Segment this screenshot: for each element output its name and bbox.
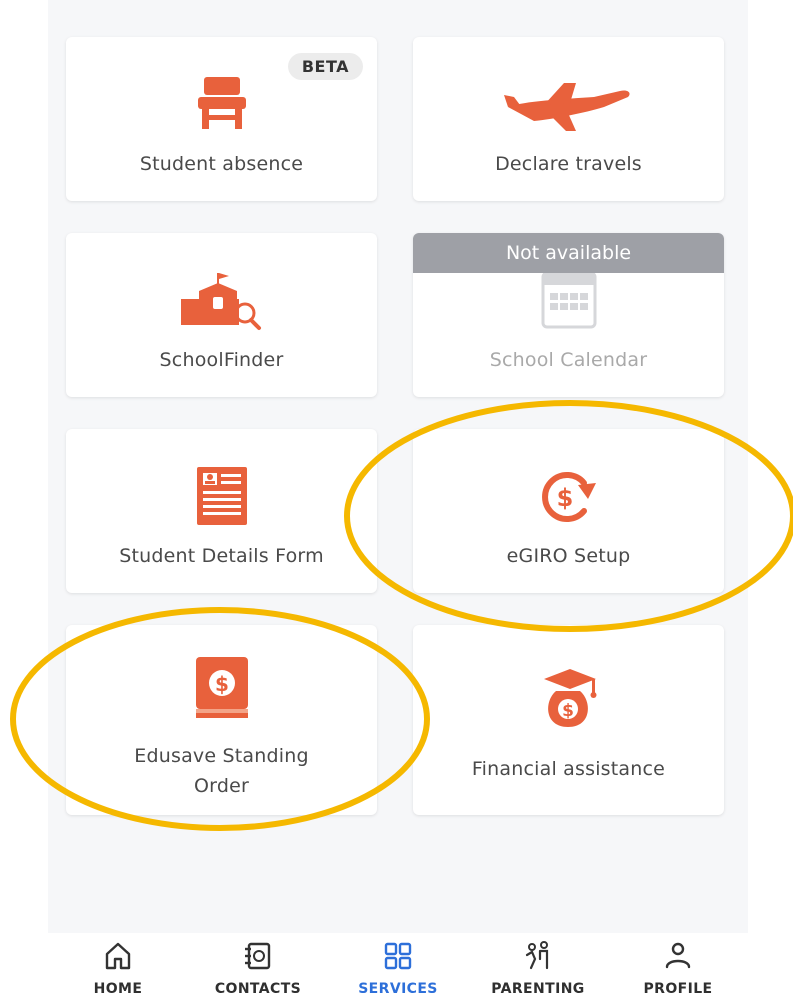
svg-text:$: $ [556, 484, 573, 512]
egiro-setup-card[interactable]: $ eGIRO Setup [413, 429, 724, 593]
card-label: Declare travels [495, 153, 642, 175]
nav-label: HOME [93, 981, 143, 997]
nav-label: PARENTING [491, 981, 585, 997]
edusave-standing-order-card[interactable]: $ Edusave Standing Order [66, 625, 377, 815]
bottom-navigation: HOME CONTACTS SERVICES PARENTING PROFILE [48, 933, 748, 1001]
declare-travels-card[interactable]: Declare travels [413, 37, 724, 201]
id-form-icon [196, 467, 247, 529]
student-details-form-card[interactable]: Student Details Form [66, 429, 377, 593]
card-label-line1: Edusave Standing [134, 745, 309, 767]
graduation-money-bag-icon: $ [534, 665, 604, 735]
nav-contacts[interactable]: CONTACTS [188, 933, 328, 1001]
nav-label: CONTACTS [214, 981, 302, 997]
svg-text:$: $ [562, 701, 574, 721]
beta-badge: BETA [287, 53, 363, 80]
student-absence-card[interactable]: BETA Student absence [66, 37, 377, 201]
dollar-book-icon: $ [195, 657, 248, 723]
card-label: Student Details Form [119, 545, 324, 567]
profile-icon [663, 941, 693, 975]
nav-home[interactable]: HOME [48, 933, 188, 1001]
nav-profile[interactable]: PROFILE [608, 933, 748, 1001]
grid-icon [383, 941, 413, 975]
contacts-icon [243, 941, 273, 975]
chair-icon [196, 75, 248, 135]
calendar-icon [541, 263, 597, 333]
card-label: School Calendar [489, 349, 648, 371]
home-icon [103, 941, 133, 975]
financial-assistance-card[interactable]: $ Financial assistance [413, 625, 724, 815]
nav-label: SERVICES [358, 981, 438, 997]
school-search-icon [180, 269, 263, 335]
parenting-icon [523, 941, 553, 975]
not-available-banner: Not available [413, 233, 724, 273]
dollar-cycle-icon: $ [538, 471, 600, 527]
svg-text:$: $ [215, 672, 229, 696]
airplane-icon [503, 77, 634, 137]
card-label-line2: Order [194, 775, 249, 797]
nav-label: PROFILE [643, 981, 713, 997]
card-label: eGIRO Setup [506, 545, 631, 567]
card-label: SchoolFinder [159, 349, 284, 371]
nav-parenting[interactable]: PARENTING [468, 933, 608, 1001]
card-label: Financial assistance [471, 758, 666, 780]
nav-services[interactable]: SERVICES [328, 933, 468, 1001]
school-calendar-card[interactable]: Not available School Calendar [413, 233, 724, 397]
schoolfinder-card[interactable]: SchoolFinder [66, 233, 377, 397]
card-label: Student absence [139, 153, 304, 175]
